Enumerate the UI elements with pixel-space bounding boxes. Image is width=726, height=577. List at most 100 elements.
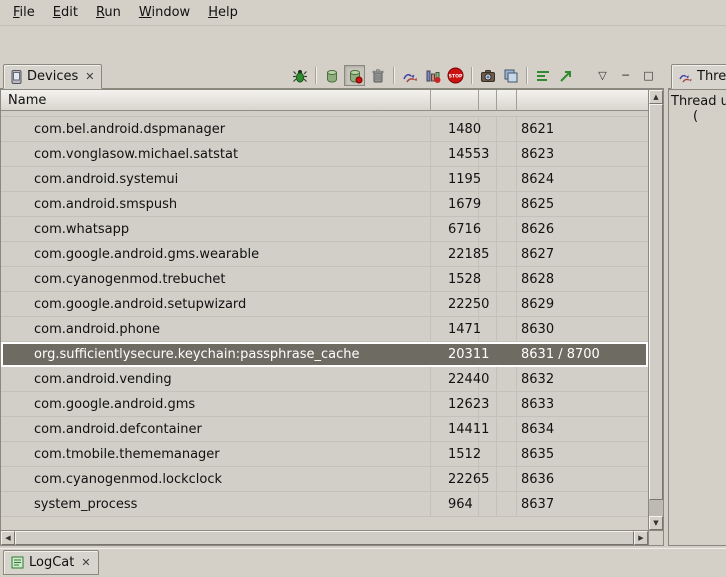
process-port: 8623 [517,142,648,166]
table-row[interactable]: com.google.android.gms126238633 [1,392,648,417]
process-pid: 1528 [431,267,479,291]
process-pid: 14553 [431,142,479,166]
dump-view-hierarchy-icon[interactable] [500,65,521,86]
vertical-scroll-thumb[interactable] [649,104,663,500]
tab-threads-label: Threads [697,69,726,84]
process-pid: 22265 [431,467,479,491]
table-row[interactable]: com.android.phone14718630 [1,317,648,342]
svg-text:STOP: STOP [449,74,463,80]
scroll-down-icon[interactable]: ▼ [649,516,663,530]
process-name: com.google.android.gms [1,392,431,416]
column-spacer [479,392,497,416]
process-port: 8628 [517,267,648,291]
dump-hprof-icon[interactable] [344,65,365,86]
table-row[interactable]: com.google.android.gms.wearable221858627 [1,242,648,267]
stop-process-icon[interactable]: STOP [445,65,466,86]
start-opengl-trace-icon[interactable] [555,65,576,86]
process-port: 8621 [517,117,648,141]
update-heap-icon[interactable] [321,65,342,86]
process-pid: 22250 [431,292,479,316]
process-port: 8629 [517,292,648,316]
vertical-scroll-track[interactable] [649,500,663,516]
toolbar-separator [526,67,527,84]
column-header-pid [431,90,479,111]
menu-file[interactable]: File [4,2,44,23]
process-name: com.android.systemui [1,167,431,191]
process-name: com.google.android.setupwizard [1,292,431,316]
scroll-left-icon[interactable]: ◀ [1,531,15,545]
main-toolbar-empty [0,26,726,62]
column-spacer [497,217,517,241]
debug-process-icon[interactable] [289,65,310,86]
cause-gc-icon[interactable] [367,65,388,86]
table-row[interactable]: com.android.systemui11958624 [1,167,648,192]
table-row[interactable]: system_process9648637 [1,492,648,517]
toolbar-separator [471,67,472,84]
column-spacer [479,242,497,266]
logcat-bar: LogCat ✕ [0,548,726,577]
menu-run[interactable]: Run [87,2,130,23]
column-spacer [479,367,497,391]
toolbar-separator [315,67,316,84]
table-row[interactable]: com.whatsapp67168626 [1,217,648,242]
scroll-right-icon[interactable]: ▶ [634,531,648,545]
column-spacer [479,317,497,341]
horizontal-scroll-thumb[interactable] [15,531,634,545]
column-spacer [497,167,517,191]
update-threads-icon[interactable] [399,65,420,86]
menu-window[interactable]: Window [130,2,199,23]
process-pid: 22185 [431,242,479,266]
column-spacer [479,492,497,516]
table-row[interactable]: com.android.defcontainer144118634 [1,417,648,442]
view-menu-icon[interactable]: ▽ [592,65,613,86]
column-header-name[interactable]: Name [1,90,431,111]
table-row[interactable]: com.android.vending224408632 [1,367,648,392]
scroll-up-icon[interactable]: ▲ [649,90,663,104]
process-name: com.bel.android.dspmanager [1,117,431,141]
screen-capture-icon[interactable] [477,65,498,86]
threads-content: Thread up ( [668,89,726,546]
threads-message-line1: Thread up [671,94,724,109]
menu-edit[interactable]: Edit [44,2,87,23]
table-row[interactable]: com.cyanogenmod.lockclock222658636 [1,467,648,492]
start-method-profiling-icon[interactable] [422,65,443,86]
tab-threads[interactable]: Threads ✕ [671,64,726,89]
toolbar-separator [393,67,394,84]
close-icon[interactable]: ✕ [85,70,94,83]
maximize-icon[interactable]: □ [638,65,659,86]
column-spacer [497,417,517,441]
threads-view: Threads ✕ Thread up ( [668,62,726,546]
column-spacer [497,342,517,366]
capture-systrace-icon[interactable] [532,65,553,86]
process-name: com.android.smspush [1,192,431,216]
vertical-scrollbar[interactable]: ▲ ▼ [648,90,663,530]
threads-tab-bar: Threads ✕ [668,62,726,89]
menu-help[interactable]: Help [199,2,247,23]
table-row[interactable]: org.sufficientlysecure.keychain:passphra… [1,342,648,367]
column-header-blank [497,90,517,111]
column-spacer [479,217,497,241]
table-row[interactable]: com.android.smspush16798625 [1,192,648,217]
process-port: 8631 / 8700 [517,342,648,366]
tab-devices[interactable]: Devices ✕ [3,64,102,89]
table-row[interactable]: com.bel.android.dspmanager14808621 [1,117,648,142]
column-spacer [497,492,517,516]
column-spacer [479,467,497,491]
table-row[interactable]: com.google.android.setupwizard22250 8629 [1,292,648,317]
horizontal-scrollbar[interactable]: ◀ ▶ [1,530,648,545]
minimize-icon[interactable]: ─ [615,65,636,86]
process-port: 8634 [517,417,648,441]
process-port: 8627 [517,242,648,266]
process-port: 8633 [517,392,648,416]
column-spacer [479,167,497,191]
table-row[interactable]: com.cyanogenmod.trebuchet15288628 [1,267,648,292]
process-name: com.vonglasow.michael.satstat [1,142,431,166]
table-row[interactable]: com.tmobile.thememanager15128635 [1,442,648,467]
tab-logcat[interactable]: LogCat ✕ [3,550,99,575]
process-name: com.whatsapp [1,217,431,241]
logcat-icon [11,556,24,569]
devices-view: Devices ✕ [0,62,664,546]
menubar: FileEditRunWindowHelp [0,0,726,26]
close-icon[interactable]: ✕ [81,556,90,569]
table-row[interactable]: com.vonglasow.michael.satstat14553 8623 [1,142,648,167]
